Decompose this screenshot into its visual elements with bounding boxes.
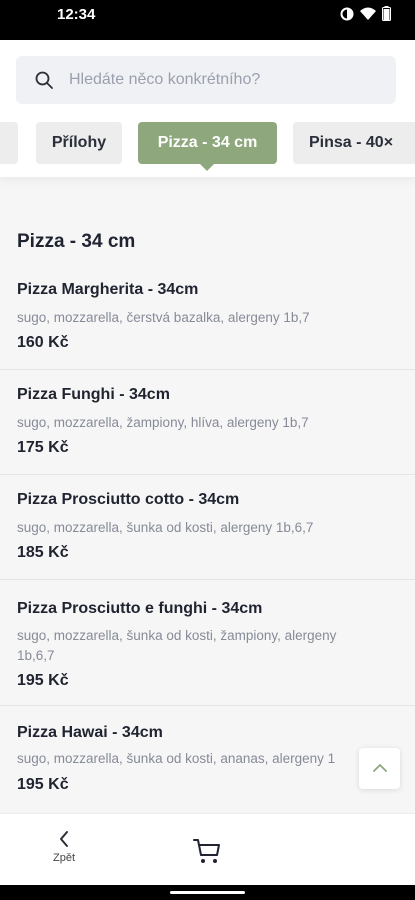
chevron-up-icon [372, 760, 388, 778]
back-label: Zpět [52, 852, 75, 864]
item-price: 195 Kč [17, 672, 69, 689]
system-nav-bar [0, 885, 415, 900]
menu-item[interactable]: Pizza Funghi - 34cm sugo, mozzarella, ža… [0, 370, 415, 475]
item-description: sugo, mozzarella, šunka od kosti, alerge… [17, 520, 314, 535]
item-description: sugo, mozzarella, šunka od kosti, ananas… [17, 751, 336, 766]
scroll-to-top-button[interactable] [359, 748, 400, 789]
item-description: sugo, mozzarella, čerstvá bazalka, alerg… [17, 310, 310, 325]
item-description: sugo, mozzarella, šunka od kosti, žampio… [17, 628, 337, 663]
status-time: 12:34 [57, 6, 96, 23]
item-name: Pizza Funghi - 34cm [17, 386, 170, 403]
search-placeholder: Hledáte něco konkrétního? [69, 71, 261, 88]
menu-item[interactable]: Pizza Margherita - 34cm sugo, mozzarella… [0, 281, 415, 370]
menu-content: Pizza - 34 cm Pizza Margherita - 34cm su… [0, 177, 415, 813]
search-icon [34, 70, 54, 95]
item-price: 195 Kč [17, 776, 69, 793]
chevron-left-icon [44, 830, 84, 850]
cart-icon [192, 839, 222, 870]
item-name: Pizza Hawai - 34cm [17, 724, 163, 741]
menu-item[interactable]: Pizza Hawai - 34cm sugo, mozzarella, šun… [0, 706, 415, 813]
tab-pizza-34cm[interactable]: Pizza - 34 cm [138, 122, 277, 164]
header: Hledáte něco konkrétního? Přílohy Pizza … [0, 40, 415, 177]
menu-item[interactable]: Pizza Prosciutto cotto - 34cm sugo, mozz… [0, 475, 415, 580]
search-input[interactable]: Hledáte něco konkrétního? [16, 56, 396, 104]
item-name: Pizza Prosciutto cotto - 34cm [17, 491, 240, 508]
item-name: Pizza Margherita - 34cm [17, 281, 199, 298]
tab-prilohy[interactable]: Přílohy [36, 122, 122, 164]
menu-item[interactable]: Pizza Prosciutto e funghi - 34cm sugo, m… [0, 580, 415, 706]
status-bar: 12:34 [0, 0, 415, 40]
tab-pinsa[interactable]: Pinsa - 40× [293, 122, 415, 164]
battery-icon [382, 6, 391, 21]
item-description: sugo, mozzarella, žampiony, hlíva, alerg… [17, 415, 309, 430]
item-price: 185 Kč [17, 544, 69, 561]
item-name: Pizza Prosciutto e funghi - 34cm [17, 600, 263, 617]
item-price: 175 Kč [17, 439, 69, 456]
wifi-icon [360, 7, 376, 21]
tab-previous-partial[interactable] [0, 122, 18, 164]
back-button[interactable]: Zpět [44, 830, 84, 874]
status-icons [340, 6, 391, 21]
bottom-nav: Zpět [0, 813, 415, 885]
category-tabs: Přílohy Pizza - 34 cm Pinsa - 40× [0, 122, 415, 164]
item-price: 160 Kč [17, 334, 69, 351]
home-indicator[interactable] [170, 891, 245, 894]
section-title: Pizza - 34 cm [17, 231, 136, 252]
active-tab-pointer [200, 164, 214, 171]
data-saver-icon [340, 7, 354, 21]
cart-button[interactable] [192, 836, 224, 868]
